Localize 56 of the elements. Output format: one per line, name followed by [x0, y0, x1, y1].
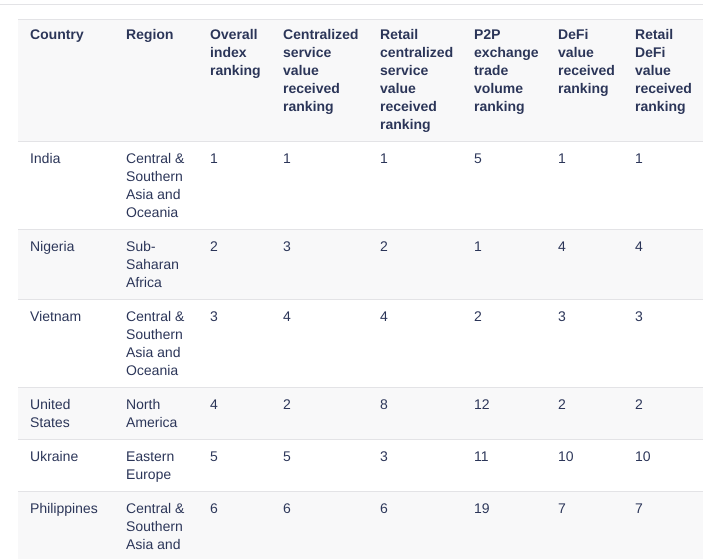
- table-cell: 2: [558, 396, 566, 412]
- table-cell: 1: [283, 150, 291, 166]
- table-cell: 3: [635, 308, 643, 324]
- table-cell: 11: [474, 448, 489, 464]
- table-cell: 5: [474, 150, 482, 166]
- column-header: Overall index ranking: [210, 26, 261, 78]
- table-cell: 4: [558, 238, 566, 254]
- table-cell: 4: [283, 308, 291, 324]
- table-cell: India: [30, 150, 60, 166]
- column-header: Centralized service value received ranking: [283, 26, 358, 114]
- table-cell: 19: [474, 500, 490, 516]
- table-cell: 6: [210, 500, 218, 516]
- table-cell: Central & Southern Asia and Oceania: [126, 308, 184, 378]
- table-cell: 3: [283, 238, 291, 254]
- table-cell: 2: [380, 238, 388, 254]
- table-cell: Sub-Saharan Africa: [126, 238, 179, 290]
- table-cell: 4: [380, 308, 388, 324]
- column-header: Region: [126, 26, 174, 42]
- table-cell: 2: [210, 238, 218, 254]
- table-cell: 2: [283, 396, 291, 412]
- table-cell: North America: [126, 396, 178, 430]
- table-cell: 3: [558, 308, 566, 324]
- table-cell: 1: [210, 150, 218, 166]
- table-cell: 2: [474, 308, 482, 324]
- table-cell: 3: [380, 448, 388, 464]
- table-cell: Eastern Europe: [126, 448, 174, 482]
- table-cell: United States: [30, 396, 70, 430]
- table-cell: 5: [210, 448, 218, 464]
- table-cell: Philippines: [30, 500, 98, 516]
- table-cell: 8: [380, 396, 388, 412]
- table-cell: 7: [635, 500, 643, 516]
- table-cell: 6: [283, 500, 291, 516]
- column-header: DeFi value received ranking: [558, 26, 615, 96]
- table-cell: 1: [558, 150, 566, 166]
- table-cell: Central & Southern Asia and: [126, 500, 184, 552]
- table-cell: 4: [635, 238, 643, 254]
- table-cell: 3: [210, 308, 218, 324]
- table-cell: 7: [558, 500, 566, 516]
- table-cell: 10: [558, 448, 574, 464]
- table-cell: 5: [283, 448, 291, 464]
- column-header: Country: [30, 26, 84, 42]
- table-cell: 10: [635, 448, 651, 464]
- table-cell: Ukraine: [30, 448, 78, 464]
- table-cell: Nigeria: [30, 238, 74, 254]
- table-cell: 12: [474, 396, 490, 412]
- column-header: P2P exchange trade volume ranking: [474, 26, 539, 114]
- table-cell: 1: [635, 150, 643, 166]
- column-header: Retail DeFi value received ranking: [635, 26, 692, 114]
- table-cell: Vietnam: [30, 308, 82, 324]
- table-cell: 1: [474, 238, 482, 254]
- table-cell: 4: [210, 396, 218, 412]
- table-cell: 2: [635, 396, 643, 412]
- table-cell: 6: [380, 500, 388, 516]
- table-cell: 1: [380, 150, 388, 166]
- table-cell: Central & Southern Asia and Oceania: [126, 150, 184, 220]
- column-header: Retail centralized service value received ranking: [380, 26, 454, 132]
